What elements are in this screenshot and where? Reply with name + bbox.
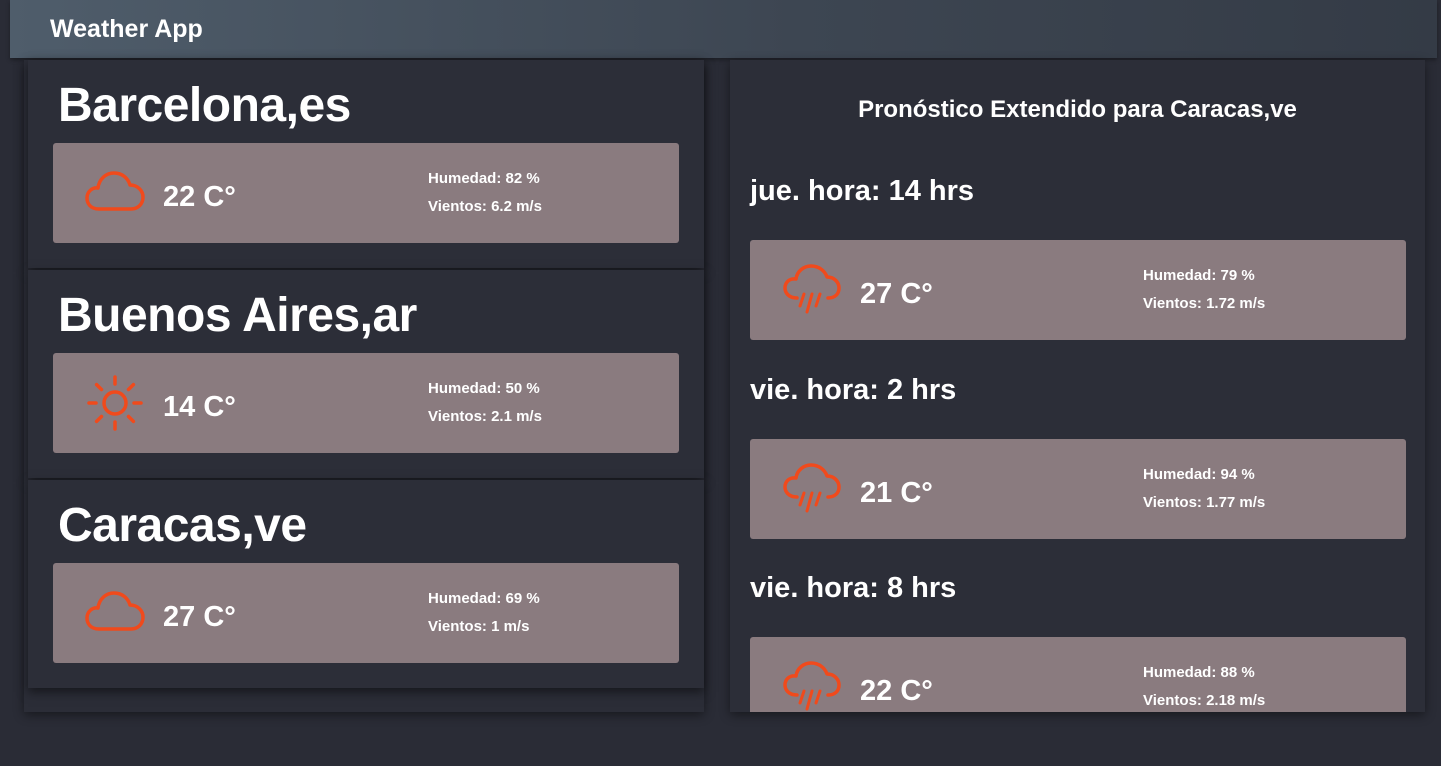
forecast-time-label: vie. hora: 2 hrs — [750, 374, 957, 406]
app-title: Weather App — [50, 15, 203, 43]
temperature: 27 C° — [163, 601, 236, 633]
forecast-time-label: jue. hora: 14 hrs — [750, 175, 975, 207]
temperature: 22 C° — [860, 675, 933, 707]
humidity: Humedad: 88 % — [1143, 664, 1255, 681]
forecast-card: 21 C° Humedad: 94 % Vientos: 1.77 m/s — [750, 439, 1406, 539]
temperature: 27 C° — [860, 278, 933, 310]
wind: Vientos: 1.72 m/s — [1143, 295, 1266, 312]
weather-details: Humedad: 69 % Vientos: 1 m/s — [428, 585, 540, 641]
humidity: Humedad: 50 % — [428, 380, 540, 397]
forecast-title: Pronóstico Extendido para Caracas,ve — [858, 96, 1297, 123]
city-item-buenos-aires[interactable]: Buenos Aires,ar 14 C° Humedad: 50 % Vien… — [28, 270, 704, 478]
weather-details: Humedad: 79 % Vientos: 1.72 m/s — [1143, 262, 1265, 318]
temperature: 21 C° — [860, 477, 933, 509]
forecast-time-label: vie. hora: 8 hrs — [750, 572, 957, 604]
city-name: Buenos Aires,ar — [58, 289, 417, 342]
city-name: Caracas,ve — [58, 499, 307, 552]
cloud-icon — [85, 591, 145, 631]
weather-card: 14 C° Humedad: 50 % Vientos: 2.1 m/s — [53, 353, 679, 453]
weather-card: 22 C° Humedad: 82 % Vientos: 6.2 m/s — [53, 143, 679, 243]
wind: Vientos: 2.1 m/s — [428, 408, 542, 425]
humidity: Humedad: 79 % — [1143, 267, 1255, 284]
app-bar: Weather App — [10, 0, 1437, 58]
city-list: Barcelona,es 22 C° Humedad: 82 % Vientos… — [24, 60, 704, 712]
humidity: Humedad: 94 % — [1143, 466, 1255, 483]
weather-details: Humedad: 82 % Vientos: 6.2 m/s — [428, 165, 542, 221]
sun-icon — [87, 375, 143, 431]
weather-card: 27 C° Humedad: 69 % Vientos: 1 m/s — [53, 563, 679, 663]
temperature: 14 C° — [163, 391, 236, 423]
wind: Vientos: 1.77 m/s — [1143, 494, 1266, 511]
weather-details: Humedad: 50 % Vientos: 2.1 m/s — [428, 375, 542, 431]
forecast-card: 22 C° Humedad: 88 % Vientos: 2.18 m/s — [750, 637, 1406, 712]
humidity: Humedad: 82 % — [428, 170, 540, 187]
city-name: Barcelona,es — [58, 79, 351, 132]
humidity: Humedad: 69 % — [428, 590, 540, 607]
city-item-caracas[interactable]: Caracas,ve 27 C° Humedad: 69 % Vientos: … — [28, 480, 704, 688]
rain-icon — [783, 463, 841, 513]
weather-details: Humedad: 94 % Vientos: 1.77 m/s — [1143, 461, 1265, 517]
forecast-card: 27 C° Humedad: 79 % Vientos: 1.72 m/s — [750, 240, 1406, 340]
wind: Vientos: 6.2 m/s — [428, 198, 542, 215]
rain-icon — [783, 264, 841, 314]
weather-details: Humedad: 88 % Vientos: 2.18 m/s — [1143, 659, 1265, 712]
temperature: 22 C° — [163, 181, 236, 213]
extended-forecast-panel: Pronóstico Extendido para Caracas,ve jue… — [730, 60, 1425, 712]
city-item-barcelona[interactable]: Barcelona,es 22 C° Humedad: 82 % Vientos… — [28, 60, 704, 268]
cloud-icon — [85, 171, 145, 211]
wind: Vientos: 2.18 m/s — [1143, 692, 1266, 709]
rain-icon — [783, 661, 841, 711]
wind: Vientos: 1 m/s — [428, 618, 530, 635]
